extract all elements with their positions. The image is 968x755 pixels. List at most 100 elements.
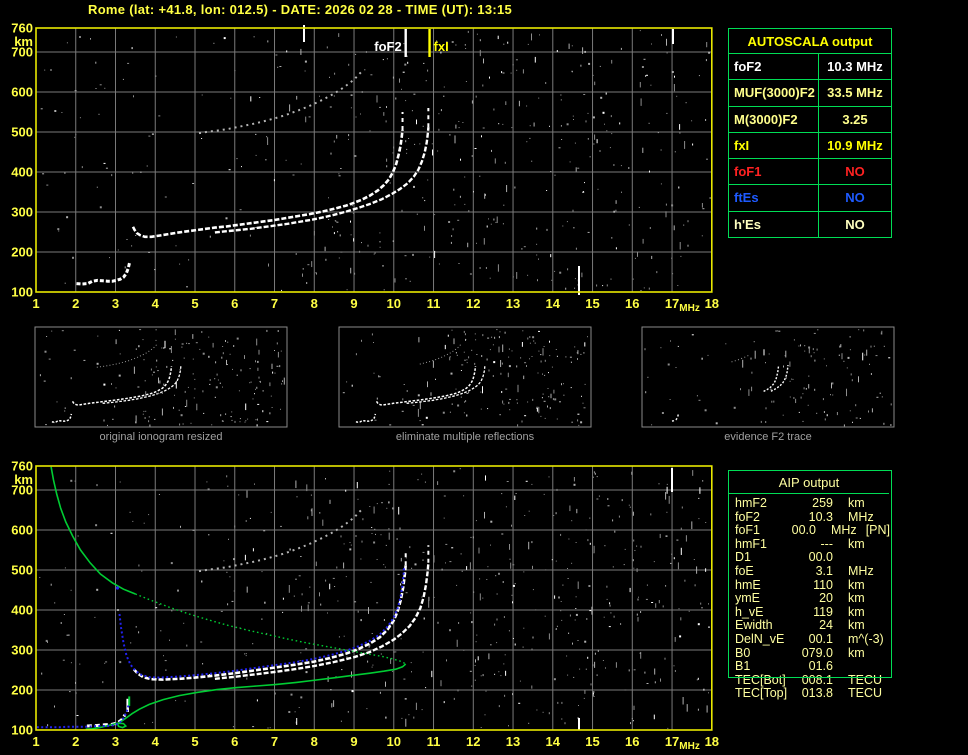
noise-speck bbox=[548, 396, 550, 398]
noise-speck bbox=[304, 60, 307, 63]
noise-speck bbox=[419, 402, 421, 410]
noise-speck bbox=[684, 141, 686, 149]
noise-speck bbox=[424, 200, 426, 202]
noise-speck bbox=[209, 235, 211, 238]
panel-caption-eliminate: eliminate multiple reflections bbox=[395, 431, 535, 443]
noise-speck bbox=[301, 605, 302, 612]
noise-speck bbox=[96, 484, 98, 487]
noise-speck bbox=[392, 240, 394, 242]
noise-speck bbox=[859, 417, 861, 419]
noise-speck bbox=[350, 94, 353, 96]
noise-speck bbox=[261, 618, 263, 620]
noise-speck bbox=[259, 97, 261, 98]
noise-speck bbox=[300, 652, 302, 654]
noise-speck bbox=[368, 645, 370, 648]
noise-speck bbox=[802, 393, 804, 395]
y-tick-label: 400 bbox=[11, 603, 33, 618]
noise-speck bbox=[588, 585, 591, 587]
noise-speck bbox=[406, 152, 408, 154]
noise-speck bbox=[219, 382, 221, 384]
noise-speck bbox=[338, 257, 340, 259]
param-unit: MHz bbox=[848, 509, 874, 524]
noise-speck bbox=[62, 659, 65, 661]
noise-speck bbox=[566, 655, 568, 657]
noise-speck bbox=[325, 478, 326, 480]
noise-speck bbox=[293, 595, 295, 597]
noise-speck bbox=[268, 263, 269, 267]
noise-speck bbox=[449, 134, 451, 136]
noise-speck bbox=[74, 480, 76, 482]
noise-speck bbox=[600, 96, 603, 99]
noise-speck bbox=[485, 475, 486, 481]
noise-speck bbox=[75, 692, 77, 695]
noise-speck bbox=[230, 97, 232, 99]
x-axis-unit: MHz bbox=[679, 303, 700, 314]
noise-speck bbox=[380, 653, 382, 655]
noise-speck bbox=[400, 583, 402, 586]
noise-speck bbox=[69, 691, 71, 693]
noise-speck bbox=[789, 380, 791, 382]
noise-speck bbox=[673, 665, 675, 667]
noise-speck bbox=[651, 424, 653, 426]
noise-speck bbox=[500, 360, 502, 368]
noise-speck bbox=[349, 548, 352, 551]
noise-speck bbox=[98, 113, 100, 115]
noise-speck bbox=[196, 403, 198, 411]
noise-speck bbox=[279, 66, 282, 67]
noise-speck bbox=[345, 489, 347, 492]
noise-speck bbox=[374, 419, 377, 421]
noise-speck bbox=[322, 519, 324, 526]
noise-speck bbox=[289, 548, 291, 551]
noise-speck bbox=[256, 338, 258, 346]
blue-f2-fit bbox=[118, 565, 406, 679]
noise-speck bbox=[532, 565, 533, 569]
noise-speck bbox=[328, 197, 329, 199]
noise-speck bbox=[791, 378, 793, 380]
noise-speck bbox=[517, 424, 519, 427]
noise-speck bbox=[464, 401, 465, 403]
noise-speck bbox=[333, 140, 335, 143]
noise-speck bbox=[498, 346, 500, 353]
noise-speck bbox=[540, 415, 542, 417]
noise-speck bbox=[104, 662, 106, 664]
noise-speck bbox=[201, 94, 203, 96]
noise-speck bbox=[482, 597, 484, 599]
noise-speck bbox=[307, 264, 310, 266]
noise-speck bbox=[495, 221, 497, 223]
noise-speck bbox=[560, 125, 562, 127]
top-ionogram-axis-labels: 760700600500400300200100km1 2 3 4 5 6 7 8 9 10 11 1… bbox=[11, 21, 719, 315]
noise-speck bbox=[468, 356, 470, 359]
noise-speck bbox=[192, 529, 195, 531]
noise-speck bbox=[154, 269, 156, 271]
noise-speck bbox=[597, 649, 599, 652]
noise-speck bbox=[584, 50, 586, 53]
noise-speck bbox=[858, 376, 859, 383]
noise-speck bbox=[623, 564, 625, 566]
noise-speck bbox=[150, 368, 152, 371]
noise-speck bbox=[605, 667, 606, 669]
noise-speck bbox=[311, 508, 313, 516]
noise-speck bbox=[77, 535, 79, 537]
noise-speck bbox=[520, 357, 522, 359]
noise-speck bbox=[340, 168, 342, 169]
param-label: hmE bbox=[735, 577, 761, 592]
noise-speck bbox=[841, 353, 843, 360]
noise-speck bbox=[640, 290, 642, 291]
noise-speck bbox=[233, 345, 235, 347]
noise-speck bbox=[838, 354, 840, 356]
noise-speck bbox=[350, 107, 352, 109]
noise-speck bbox=[346, 656, 348, 658]
param-unit: km bbox=[848, 496, 865, 510]
noise-speck bbox=[571, 421, 573, 423]
noise-speck bbox=[637, 598, 639, 601]
noise-speck bbox=[434, 250, 436, 259]
noise-speck bbox=[551, 279, 553, 281]
noise-speck bbox=[351, 205, 353, 207]
noise-speck bbox=[401, 717, 403, 719]
noise-speck bbox=[326, 46, 328, 49]
noise-speck bbox=[385, 716, 387, 719]
noise-speck bbox=[437, 481, 439, 485]
noise-speck bbox=[468, 391, 470, 393]
noise-speck bbox=[508, 356, 510, 358]
noise-speck bbox=[279, 365, 281, 368]
